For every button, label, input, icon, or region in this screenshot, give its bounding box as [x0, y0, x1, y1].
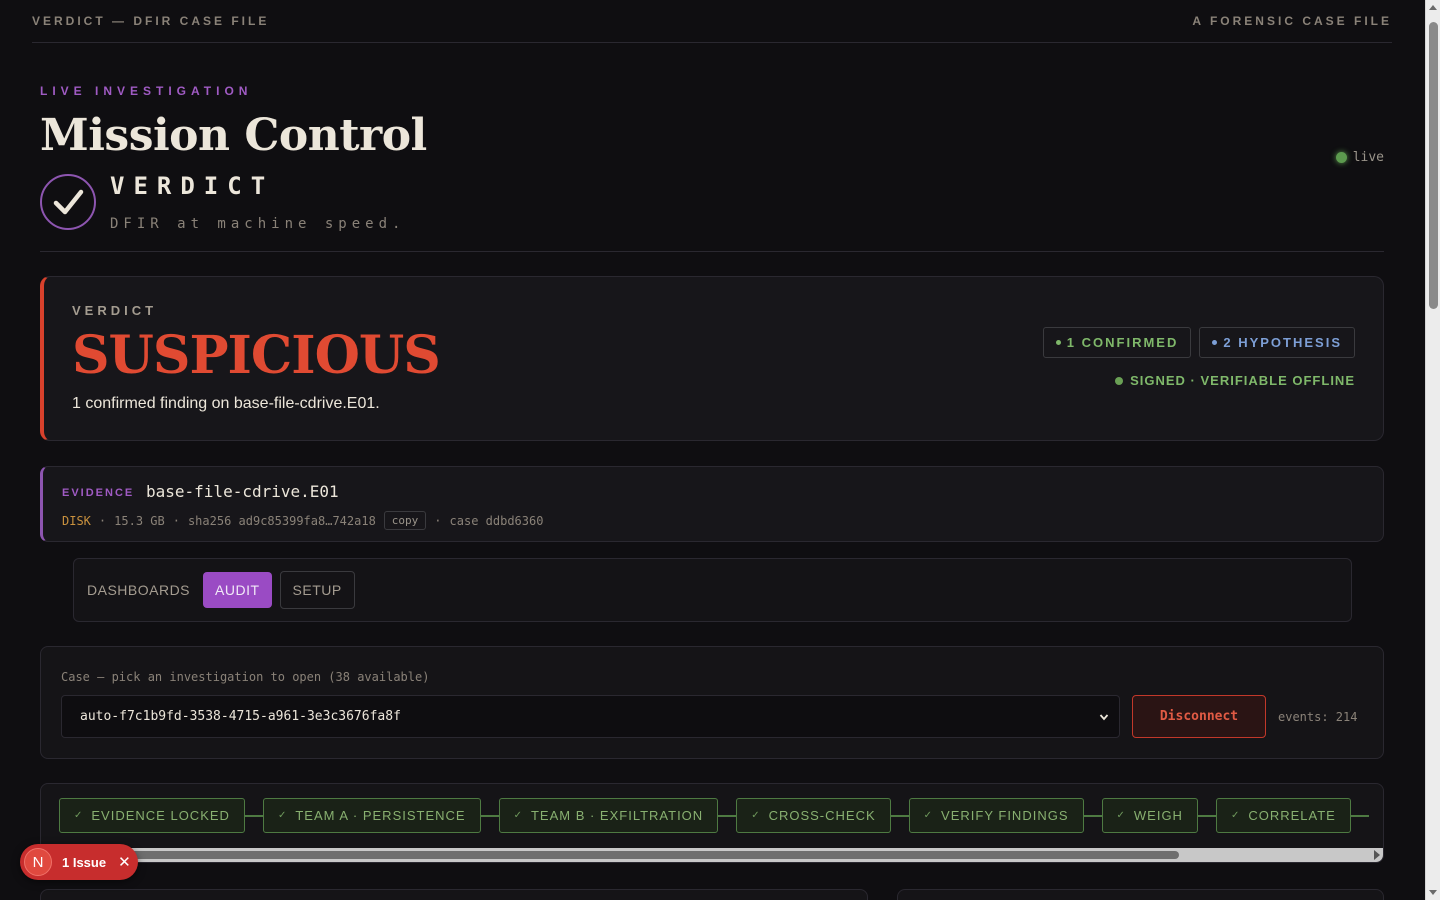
scroll-right-icon[interactable] — [1374, 850, 1380, 860]
verdict-logo — [40, 174, 96, 230]
dot-icon — [1055, 340, 1061, 345]
header-divider — [40, 251, 1384, 252]
check-icon: ✓ — [513, 810, 523, 821]
pipeline-step-label: VERIFY FINDINGS — [941, 808, 1069, 823]
step-connector — [718, 814, 737, 817]
events-count: events: 214 — [1278, 710, 1358, 724]
lower-panel-right — [897, 889, 1384, 900]
pipeline-step-label: EVIDENCE LOCKED — [91, 808, 230, 823]
pipeline-step-label: TEAM A · PERSISTENCE — [295, 808, 466, 823]
step-connector — [1197, 814, 1216, 817]
top-bar: VERDICT — DFIR CASE FILE A FORENSIC CASE… — [32, 0, 1392, 43]
tab-audit[interactable]: AUDIT — [203, 572, 272, 608]
step-connector — [1083, 814, 1102, 817]
live-status-label: live — [1352, 150, 1384, 165]
top-bar-right: A FORENSIC CASE FILE — [1192, 14, 1392, 28]
issue-label: 1 Issue — [62, 854, 107, 870]
dot-icon — [1212, 340, 1218, 345]
pipeline-step[interactable]: ✓ EVIDENCE LOCKED — [59, 798, 245, 833]
scrollbar-thumb[interactable] — [1429, 22, 1438, 309]
check-icon: ✓ — [1116, 810, 1126, 821]
verdict-card: VERDICT SUSPICIOUS 1 confirmed finding o… — [40, 276, 1384, 441]
step-connector — [890, 814, 909, 817]
pipeline-scrollbar[interactable] — [59, 848, 1383, 862]
pipeline-step-label: TEAM B · EXFILTRATION — [530, 808, 704, 823]
case-select-value: auto-f7c1b9fd-3538-4715-a961-3e3c3676fa8… — [80, 709, 401, 724]
step-connector — [1350, 814, 1369, 817]
verdict-word: SUSPICIOUS — [72, 325, 441, 386]
case-id: case ddbd6360 — [449, 513, 544, 528]
pipeline-step[interactable]: ✓ VERIFY FINDINGS — [908, 798, 1084, 833]
pipeline: ✓ EVIDENCE LOCKED ✓ TEAM A · PERSISTENCE ✓… — [40, 783, 1384, 863]
disconnect-button[interactable]: Disconnect — [1132, 695, 1266, 738]
issue-toast[interactable]: N 1 Issue ✕ — [20, 844, 138, 880]
tab-setup[interactable]: SETUP — [279, 571, 355, 609]
pipeline-step-label: CORRELATE — [1248, 808, 1336, 823]
check-icon: ✓ — [923, 810, 934, 821]
evidence-size: 15.3 GB — [114, 513, 165, 528]
scroll-down-icon[interactable] — [1429, 890, 1437, 895]
evidence-meta: DISK · 15.3 GB · sha256 ad9c85399fa8…742… — [62, 511, 543, 530]
top-bar-left: VERDICT — DFIR CASE FILE — [32, 14, 270, 28]
step-connector — [244, 814, 263, 817]
pipeline-steps: ✓ EVIDENCE LOCKED ✓ TEAM A · PERSISTENCE ✓… — [59, 798, 1369, 833]
confirmed-label: 1 CONFIRMED — [1066, 335, 1179, 350]
scroll-up-icon[interactable] — [1429, 5, 1437, 10]
signed-label: SIGNED · VERIFIABLE OFFLINE — [1130, 373, 1355, 388]
separator: · — [98, 513, 107, 528]
brand-tagline: DFIR at machine speed. — [110, 216, 406, 232]
finding-pills: 1 CONFIRMED 2 HYPOTHESIS — [1042, 327, 1355, 358]
pipeline-step[interactable]: ✓ CORRELATE — [1215, 798, 1351, 833]
hypothesis-label: 2 HYPOTHESIS — [1223, 335, 1342, 350]
evidence-card: EVIDENCE base-file-cdrive.E01 DISK · 15.… — [40, 466, 1384, 542]
next-logo-icon: N — [24, 848, 52, 876]
check-icon: ✓ — [277, 810, 288, 821]
close-icon[interactable]: ✕ — [118, 853, 131, 871]
evidence-hash: sha256 ad9c85399fa8…742a18 — [187, 513, 376, 528]
check-icon: ✓ — [751, 810, 761, 821]
evidence-label: EVIDENCE — [62, 487, 135, 499]
evidence-type: DISK — [62, 513, 91, 528]
page-eyebrow: LIVE INVESTIGATION — [40, 84, 253, 98]
lower-panel-left — [40, 889, 868, 900]
case-picker: Case — pick an investigation to open (38… — [40, 646, 1384, 759]
brand-name: VERDICT — [110, 172, 275, 200]
chevron-down-icon — [1099, 713, 1109, 720]
separator: · — [172, 513, 180, 528]
pipeline-step-label: CROSS-CHECK — [768, 808, 876, 823]
signed-status: SIGNED · VERIFIABLE OFFLINE — [1115, 373, 1355, 388]
pipeline-step[interactable]: ✓ WEIGH — [1101, 798, 1198, 833]
case-picker-label: Case — pick an investigation to open (38… — [61, 670, 430, 684]
confirmed-pill[interactable]: 1 CONFIRMED — [1042, 327, 1192, 358]
pipeline-step-label: WEIGH — [1133, 808, 1183, 823]
evidence-name: base-file-cdrive.E01 — [146, 482, 339, 501]
pipeline-step[interactable]: ✓ CROSS-CHECK — [736, 798, 891, 833]
case-select[interactable]: auto-f7c1b9fd-3538-4715-a961-3e3c3676fa8… — [61, 695, 1120, 738]
step-connector — [480, 814, 499, 817]
copy-hash-button[interactable]: copy — [383, 511, 427, 530]
live-status: live — [1335, 150, 1384, 165]
signed-dot-icon — [1115, 376, 1124, 385]
checkmark-icon — [53, 189, 84, 215]
tab-dashboards[interactable]: DASHBOARDS — [82, 572, 195, 608]
check-icon: ✓ — [1230, 810, 1241, 821]
verdict-label: VERDICT — [72, 303, 158, 318]
page-scrollbar[interactable] — [1425, 0, 1440, 900]
live-dot-icon — [1335, 152, 1347, 163]
pipeline-step[interactable]: ✓ TEAM B · EXFILTRATION — [498, 798, 719, 833]
check-icon: ✓ — [74, 810, 84, 821]
view-tabs: DASHBOARDS AUDIT SETUP — [73, 558, 1352, 622]
page-title: Mission Control — [40, 110, 427, 161]
verdict-summary: 1 confirmed finding on base-file-cdrive.… — [72, 395, 380, 412]
separator: · — [434, 513, 442, 528]
scrollbar-thumb[interactable] — [61, 851, 1179, 859]
pipeline-step[interactable]: ✓ TEAM A · PERSISTENCE — [262, 798, 481, 833]
hypothesis-pill[interactable]: 2 HYPOTHESIS — [1199, 327, 1355, 358]
